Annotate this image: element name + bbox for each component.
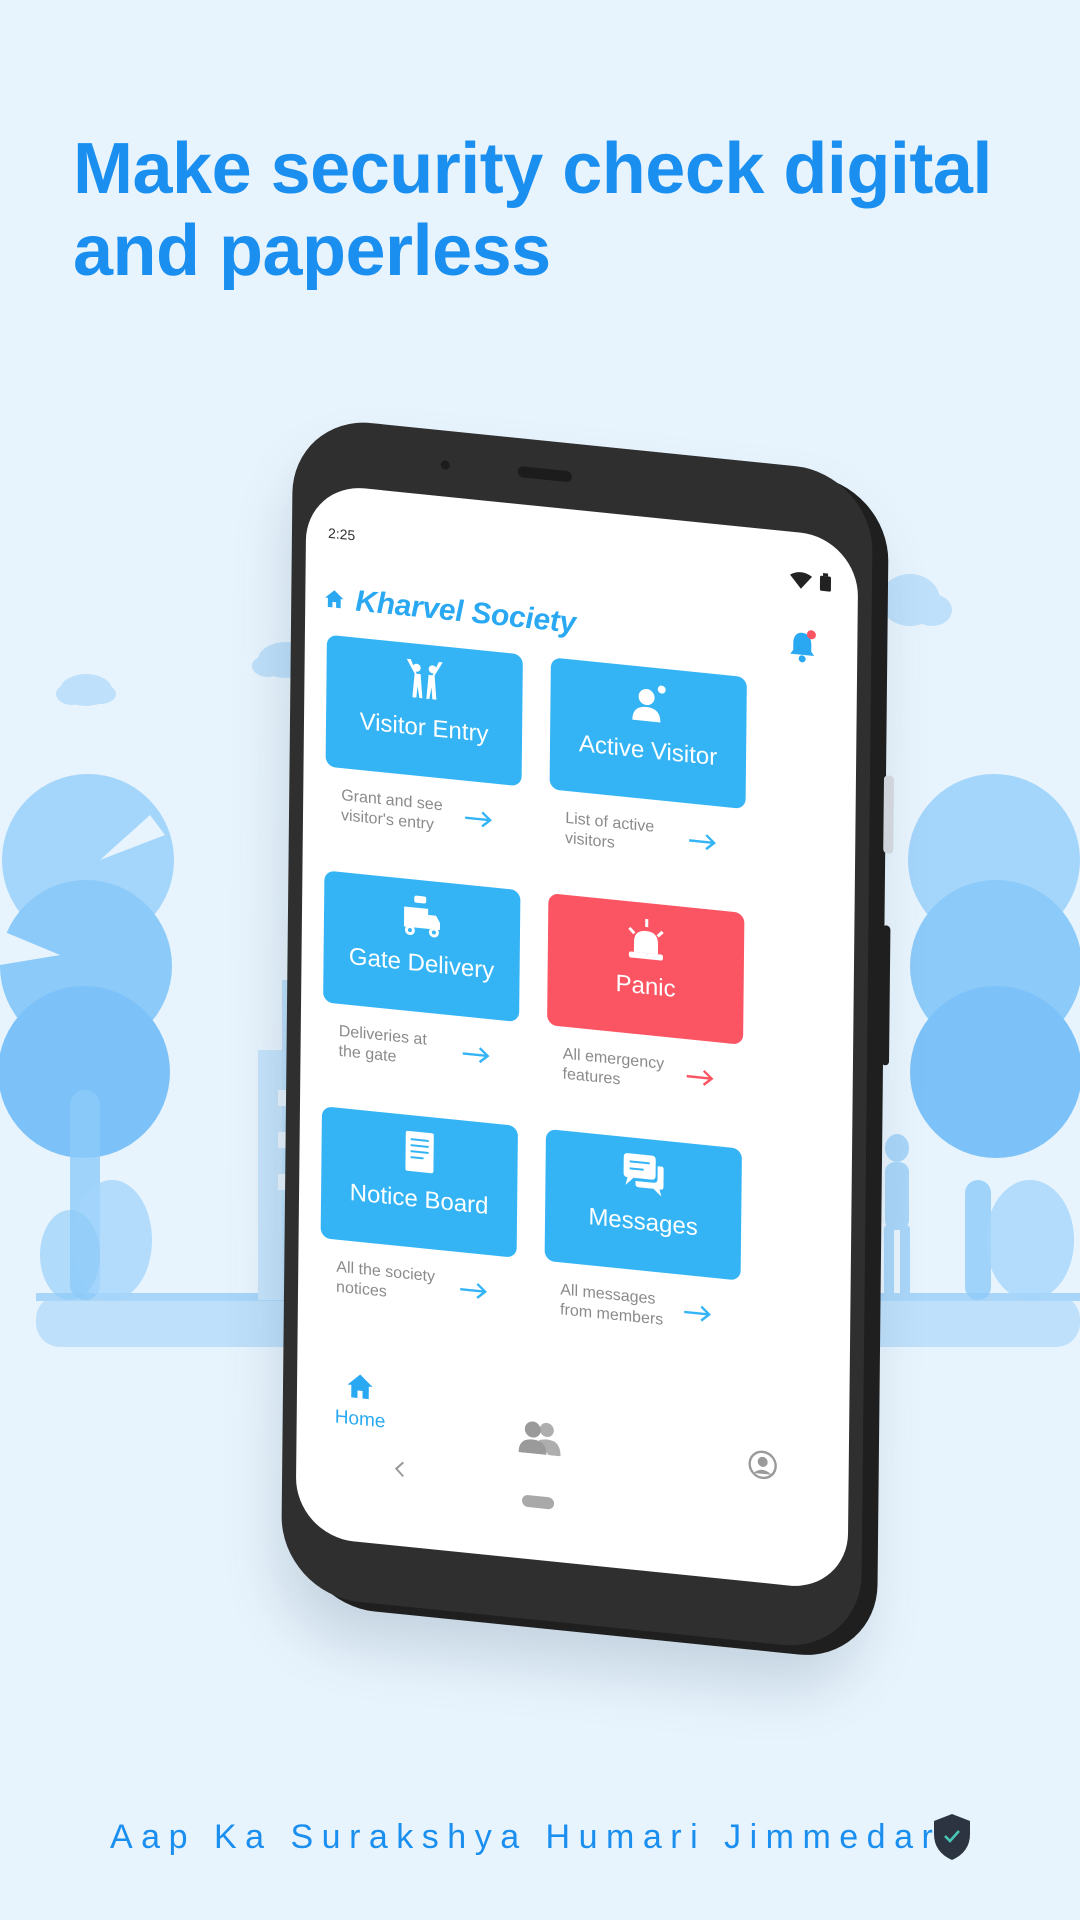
home-pill[interactable] (521, 1494, 555, 1510)
camera (440, 460, 450, 471)
tile-active-visitor[interactable]: Active Visitor (549, 657, 747, 810)
phone-screen: 2:25 Kharvel Society Visitor Entry Grant… (295, 482, 859, 1592)
document-icon (405, 1130, 434, 1174)
tile-description: All emergency features (562, 1045, 665, 1089)
phone-mockup: 2:25 Kharvel Society Visitor Entry Grant… (280, 415, 895, 1653)
home-icon (347, 1374, 373, 1400)
power-button (883, 775, 895, 855)
tile-description: All the society notices (336, 1258, 436, 1301)
status-time: 2:25 (327, 524, 356, 544)
tile-label: Active Visitor (578, 730, 718, 772)
nav-home[interactable]: Home (335, 1369, 386, 1433)
bell-icon[interactable] (787, 627, 817, 664)
cloud-right (880, 574, 952, 626)
person-active-icon (632, 685, 666, 723)
tile-gate-delivery[interactable]: Gate Delivery (323, 870, 521, 1023)
person-figure (884, 1134, 910, 1297)
tile-label: Notice Board (349, 1178, 489, 1221)
tile-label: Visitor Entry (359, 707, 489, 748)
tile-label: Panic (615, 969, 676, 1003)
people-cheer-icon (406, 658, 443, 700)
profile-icon[interactable] (747, 1447, 779, 1482)
tile-panic[interactable]: Panic (547, 893, 745, 1045)
arrow-right-icon[interactable] (682, 1303, 712, 1324)
back-icon[interactable] (392, 1459, 406, 1478)
tree-left (0, 774, 174, 1300)
society-name: Kharvel Society (355, 584, 577, 640)
app-header: Kharvel Society (323, 578, 576, 644)
arrow-right-icon[interactable] (458, 1280, 488, 1301)
headline-line-2: and paperless (73, 211, 551, 291)
volume-button (880, 924, 891, 1066)
tile-description: List of active visitors (564, 809, 655, 852)
tile-label: Gate Delivery (348, 942, 495, 985)
tile-label: Messages (588, 1203, 698, 1242)
arrow-right-icon[interactable] (685, 1067, 715, 1088)
tile-description: All messages from members (560, 1281, 664, 1329)
cloud-left (56, 674, 116, 706)
phone-body: 2:25 Kharvel Society Visitor Entry Grant… (280, 415, 895, 1653)
arrow-right-icon[interactable] (461, 1044, 491, 1065)
speaker (517, 465, 572, 483)
tile-visitor-entry[interactable]: Visitor Entry (325, 634, 523, 787)
members-icon[interactable] (518, 1418, 561, 1457)
status-icons (790, 572, 832, 592)
feature-grid: Visitor Entry Grant and see visitor's en… (305, 632, 857, 1329)
delivery-truck-icon (403, 895, 441, 938)
tree-right (908, 774, 1080, 1300)
tile-description: Grant and see visitor's entry (340, 787, 443, 834)
tile-description: Deliveries at the gate (338, 1022, 427, 1066)
tile-notice-board[interactable]: Notice Board (320, 1106, 518, 1258)
shield-check-icon (934, 1814, 970, 1860)
wifi-icon (790, 572, 813, 589)
arrow-right-icon[interactable] (687, 831, 717, 852)
chat-bubbles-icon (623, 1153, 664, 1197)
arrow-right-icon[interactable] (463, 808, 493, 829)
tagline: Aap Ka Surakshya Humari Jimmedari (110, 1818, 958, 1856)
tile-messages[interactable]: Messages (544, 1128, 742, 1281)
headline-line-1: Make security check digital (73, 129, 992, 209)
home-icon (325, 590, 344, 609)
siren-icon (628, 918, 664, 961)
nav-home-label: Home (334, 1406, 386, 1433)
battery-icon (819, 572, 832, 592)
bottom-navigation: Home (295, 1346, 849, 1592)
headline: Make security check digital and paperles… (73, 128, 1033, 292)
